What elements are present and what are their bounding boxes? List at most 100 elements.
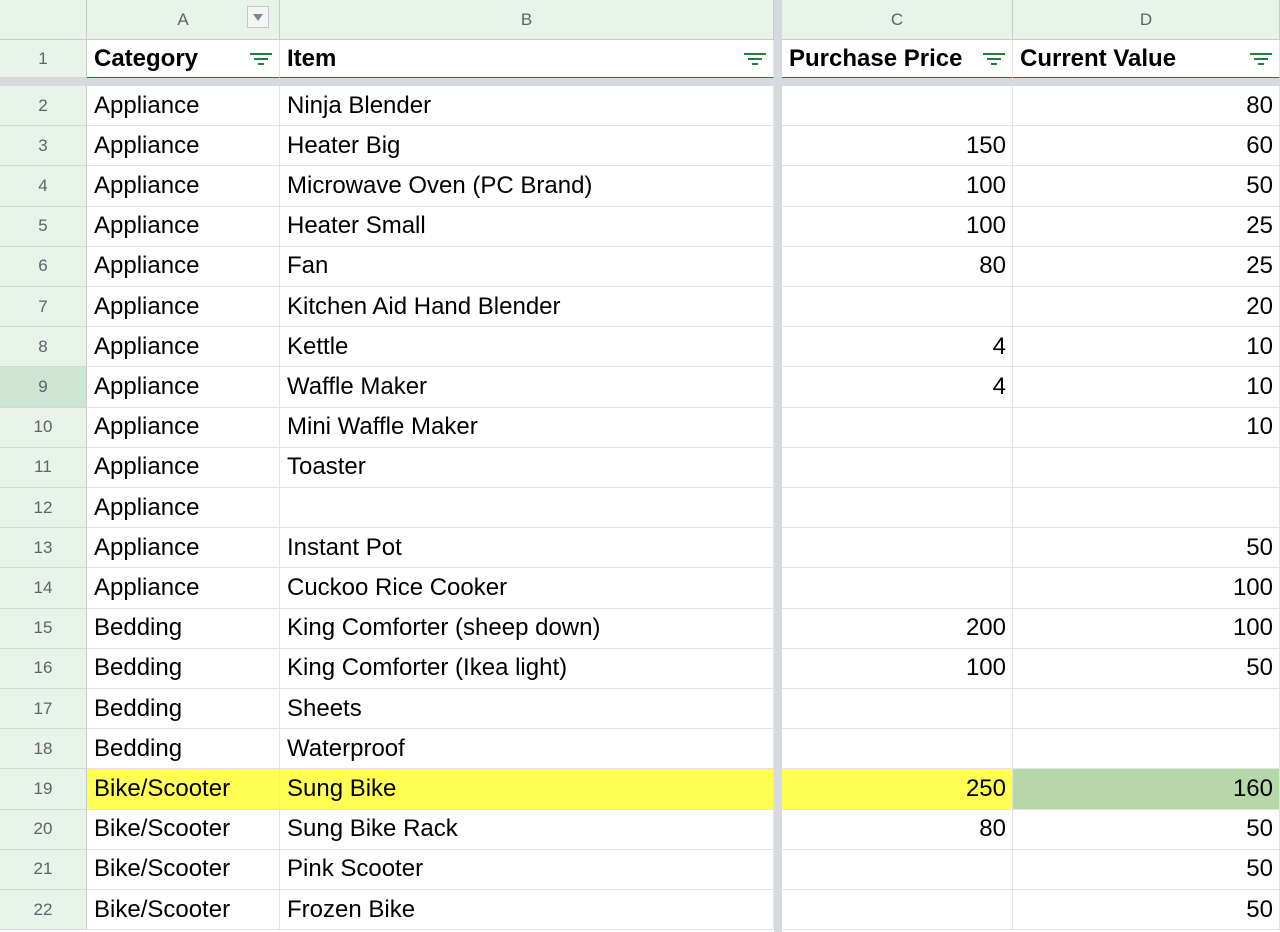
cell-price-16[interactable]: 100 <box>782 648 1013 689</box>
filter-icon[interactable] <box>743 50 767 68</box>
row-header-15[interactable]: 15 <box>0 608 87 649</box>
cell-value-20[interactable]: 50 <box>1013 809 1280 850</box>
row-header-8[interactable]: 8 <box>0 327 87 368</box>
cell-value-16[interactable]: 50 <box>1013 648 1280 689</box>
cell-price-7[interactable] <box>782 287 1013 328</box>
cell-category-17[interactable]: Bedding <box>87 689 280 730</box>
row-header-7[interactable]: 7 <box>0 287 87 328</box>
filter-icon[interactable] <box>982 50 1006 68</box>
cell-category-21[interactable]: Bike/Scooter <box>87 849 280 890</box>
cell-category-14[interactable]: Appliance <box>87 568 280 609</box>
cell-price-8[interactable]: 4 <box>782 327 1013 368</box>
cell-value-19[interactable]: 160 <box>1013 769 1280 810</box>
row-header-21[interactable]: 21 <box>0 849 87 890</box>
row-header-16[interactable]: 16 <box>0 648 87 689</box>
row-header-6[interactable]: 6 <box>0 246 87 287</box>
cell-item-4[interactable]: Microwave Oven (PC Brand) <box>280 166 774 207</box>
cell-item-5[interactable]: Heater Small <box>280 206 774 247</box>
cell-item-20[interactable]: Sung Bike Rack <box>280 809 774 850</box>
column-header-b[interactable]: B <box>280 0 774 40</box>
cell-price-14[interactable] <box>782 568 1013 609</box>
row-header-18[interactable]: 18 <box>0 729 87 770</box>
cell-category-11[interactable]: Appliance <box>87 447 280 488</box>
cell-value-4[interactable]: 50 <box>1013 166 1280 207</box>
cell-price-3[interactable]: 150 <box>782 126 1013 167</box>
cell-item-22[interactable]: Frozen Bike <box>280 890 774 931</box>
cell-price-5[interactable]: 100 <box>782 206 1013 247</box>
cell-value-6[interactable]: 25 <box>1013 246 1280 287</box>
row-header-14[interactable]: 14 <box>0 568 87 609</box>
header-cell-value[interactable]: Current Value <box>1013 40 1280 78</box>
cell-price-22[interactable] <box>782 890 1013 931</box>
cell-value-21[interactable]: 50 <box>1013 849 1280 890</box>
header-cell-item[interactable]: Item <box>280 40 774 78</box>
cell-value-5[interactable]: 25 <box>1013 206 1280 247</box>
cell-item-19[interactable]: Sung Bike <box>280 769 774 810</box>
chevron-down-icon[interactable] <box>247 6 269 28</box>
row-header-17[interactable]: 17 <box>0 689 87 730</box>
cell-price-18[interactable] <box>782 729 1013 770</box>
row-header-11[interactable]: 11 <box>0 447 87 488</box>
cell-value-22[interactable]: 50 <box>1013 890 1280 931</box>
cell-category-12[interactable]: Appliance <box>87 488 280 529</box>
cell-value-18[interactable] <box>1013 729 1280 770</box>
cell-price-4[interactable]: 100 <box>782 166 1013 207</box>
row-header-2[interactable]: 2 <box>0 86 87 127</box>
row-header-10[interactable]: 10 <box>0 407 87 448</box>
cell-category-7[interactable]: Appliance <box>87 287 280 328</box>
cell-price-6[interactable]: 80 <box>782 246 1013 287</box>
freeze-row-divider[interactable] <box>0 78 1280 86</box>
cell-category-8[interactable]: Appliance <box>87 327 280 368</box>
cell-item-9[interactable]: Waffle Maker <box>280 367 774 408</box>
row-header-1[interactable]: 1 <box>0 40 87 78</box>
cell-price-15[interactable]: 200 <box>782 608 1013 649</box>
cell-value-7[interactable]: 20 <box>1013 287 1280 328</box>
cell-item-16[interactable]: King Comforter (Ikea light) <box>280 648 774 689</box>
cell-price-9[interactable]: 4 <box>782 367 1013 408</box>
cell-item-21[interactable]: Pink Scooter <box>280 849 774 890</box>
cell-item-18[interactable]: Waterproof <box>280 729 774 770</box>
row-header-9[interactable]: 9 <box>0 367 87 408</box>
freeze-column-divider[interactable] <box>774 0 782 932</box>
column-header-c[interactable]: C <box>782 0 1013 40</box>
cell-price-21[interactable] <box>782 849 1013 890</box>
cell-item-7[interactable]: Kitchen Aid Hand Blender <box>280 287 774 328</box>
cell-value-2[interactable]: 80 <box>1013 86 1280 127</box>
cell-price-10[interactable] <box>782 407 1013 448</box>
cell-item-2[interactable]: Ninja Blender <box>280 86 774 127</box>
row-header-13[interactable]: 13 <box>0 528 87 569</box>
cell-value-12[interactable] <box>1013 488 1280 529</box>
column-header-d[interactable]: D <box>1013 0 1280 40</box>
cell-value-10[interactable]: 10 <box>1013 407 1280 448</box>
spreadsheet-grid[interactable]: A B C D 1 Category Item Purchase Price Current V… <box>0 0 1280 932</box>
cell-item-10[interactable]: Mini Waffle Maker <box>280 407 774 448</box>
cell-item-6[interactable]: Fan <box>280 246 774 287</box>
filter-icon[interactable] <box>249 50 273 68</box>
cell-category-13[interactable]: Appliance <box>87 528 280 569</box>
cell-category-5[interactable]: Appliance <box>87 206 280 247</box>
cell-value-15[interactable]: 100 <box>1013 608 1280 649</box>
cell-price-2[interactable] <box>782 86 1013 127</box>
cell-category-2[interactable]: Appliance <box>87 86 280 127</box>
column-header-a[interactable]: A <box>87 0 280 40</box>
cell-category-18[interactable]: Bedding <box>87 729 280 770</box>
cell-value-14[interactable]: 100 <box>1013 568 1280 609</box>
cell-category-22[interactable]: Bike/Scooter <box>87 890 280 931</box>
row-header-3[interactable]: 3 <box>0 126 87 167</box>
row-header-12[interactable]: 12 <box>0 488 87 529</box>
cell-category-9[interactable]: Appliance <box>87 367 280 408</box>
cell-category-4[interactable]: Appliance <box>87 166 280 207</box>
cell-item-13[interactable]: Instant Pot <box>280 528 774 569</box>
cell-category-3[interactable]: Appliance <box>87 126 280 167</box>
cell-value-3[interactable]: 60 <box>1013 126 1280 167</box>
cell-category-15[interactable]: Bedding <box>87 608 280 649</box>
row-header-5[interactable]: 5 <box>0 206 87 247</box>
cell-value-17[interactable] <box>1013 689 1280 730</box>
cell-item-17[interactable]: Sheets <box>280 689 774 730</box>
cell-price-17[interactable] <box>782 689 1013 730</box>
cell-item-14[interactable]: Cuckoo Rice Cooker <box>280 568 774 609</box>
cell-category-20[interactable]: Bike/Scooter <box>87 809 280 850</box>
row-header-22[interactable]: 22 <box>0 890 87 931</box>
cell-value-13[interactable]: 50 <box>1013 528 1280 569</box>
cell-category-10[interactable]: Appliance <box>87 407 280 448</box>
